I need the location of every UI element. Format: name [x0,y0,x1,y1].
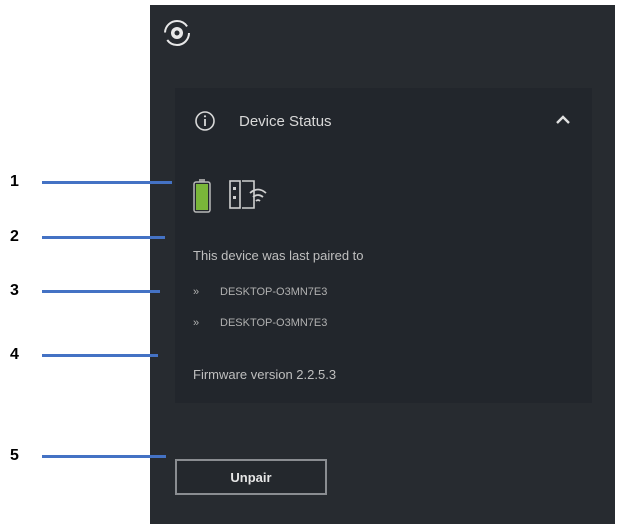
paired-device-icon: » [193,317,200,329]
callout-line [42,455,166,458]
firmware-version: Firmware version 2.2.5.3 [193,367,337,382]
unpair-button[interactable]: Unpair [175,459,327,495]
paired-device-name: DESKTOP-O3MN7E3 [220,317,328,329]
settings-sync-icon[interactable] [162,18,192,48]
callout-line [42,290,160,293]
callout-line [42,236,165,239]
callout-number: 1 [10,173,19,190]
section-title: Device Status [239,113,332,130]
paired-device-name: DESKTOP-O3MN7E3 [220,286,328,298]
callout-number: 2 [10,228,19,245]
paired-device-icon: » [193,286,200,298]
callout-line [42,354,158,357]
chevron-up-icon[interactable] [553,112,573,128]
paired-label: This device was last paired to [193,248,364,263]
callout-number: 5 [10,447,19,464]
info-icon [195,111,215,131]
callout-number: 4 [10,346,19,363]
device-connection-icon [229,180,267,209]
callout-line [42,181,172,184]
callout-number: 3 [10,282,19,299]
device-status-card [175,88,592,403]
battery-icon [193,179,211,213]
